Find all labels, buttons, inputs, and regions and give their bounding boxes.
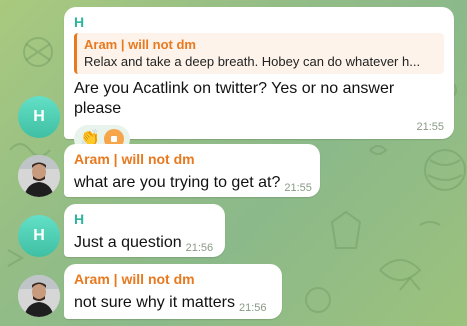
avatar-aram[interactable] [18, 155, 60, 197]
message-bubble[interactable]: H Just a question 21:56 [64, 204, 225, 257]
avatar-h[interactable]: H [18, 96, 60, 138]
sender-name: Aram | will not dm [74, 271, 195, 287]
message-text-content: what are you trying to get at? [74, 174, 281, 191]
message-text: what are you trying to get at? 21:55 [74, 173, 312, 198]
reply-text: Relax and take a deep breath. Hobey can … [84, 54, 421, 69]
message-bubble[interactable]: H Aram | will not dm Relax and take a de… [64, 7, 454, 153]
message-text-content: not sure why it matters [74, 294, 235, 311]
sender-name: Aram | will not dm [74, 151, 195, 167]
message-time: 21:56 [185, 242, 214, 254]
message-text-content: Just a question [74, 234, 182, 251]
message-time: 21:55 [416, 121, 444, 133]
message-text: Just a question 21:56 [74, 233, 215, 258]
sender-name: H [74, 211, 85, 227]
avatar-h[interactable]: H [18, 215, 60, 257]
person-photo-icon [18, 275, 60, 317]
message-time: 21:56 [238, 302, 267, 314]
message-text: not sure why it matters 21:56 [74, 293, 272, 318]
avatar-aram[interactable] [18, 275, 60, 317]
message-bubble[interactable]: Aram | will not dm not sure why it matte… [64, 264, 282, 319]
message-text: Are you Acatlink on twitter? Yes or no a… [74, 80, 395, 117]
reply-author: Aram | will not dm [84, 37, 196, 52]
sender-name: H [74, 14, 85, 30]
message-time: 21:55 [284, 182, 312, 194]
reply-quote[interactable]: Aram | will not dm Relax and take a deep… [74, 33, 444, 74]
person-photo-icon [18, 155, 60, 197]
message-bubble[interactable]: Aram | will not dm what are you trying t… [64, 144, 320, 197]
